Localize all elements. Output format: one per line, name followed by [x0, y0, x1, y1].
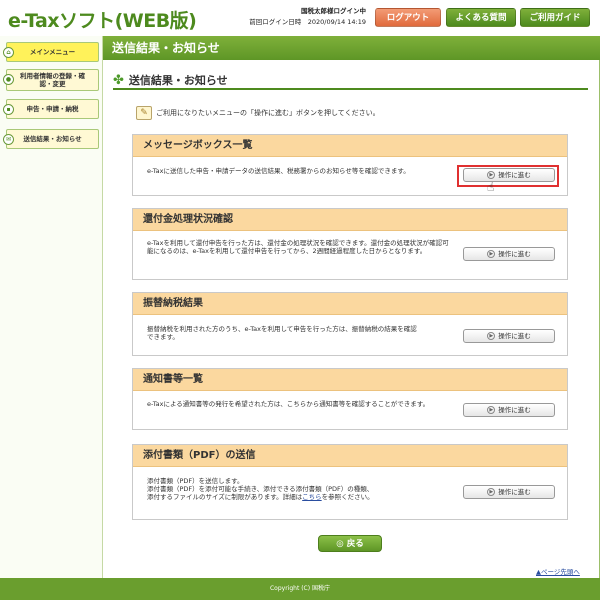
home-icon: ⌂	[3, 47, 14, 58]
section-title: 添付書類（PDF）の送信	[133, 445, 567, 467]
sidebar-item-label: 利用者情報の登録・確認・変更	[20, 72, 85, 88]
sidebar-item-filing[interactable]: ▪ 申告・申請・納税	[3, 99, 99, 119]
app-logo: e-Taxソフト(WEB版)	[8, 6, 197, 33]
page-title-bar: 送信結果・お知らせ	[103, 36, 600, 60]
header: e-Taxソフト(WEB版) 国税太郎様ログイン中 前回ログイン日時 2020/…	[0, 0, 600, 36]
section-description: 添付書類（PDF）を送信します。 添付書類（PDF）を添付可能な手続き、添付でき…	[147, 477, 374, 501]
clover-icon: ✤	[113, 73, 124, 88]
proceed-button-transfer-tax[interactable]: ▶ 操作に進む	[463, 329, 555, 343]
section-description: 振替納税を利用された方のうち、e-Taxを利用して申告を行った方は、振替納税の結…	[147, 325, 417, 341]
sidebar-item-label: 申告・申請・納税	[26, 105, 79, 113]
sidebar-item-label: メインメニュー	[29, 48, 76, 56]
highlight-frame	[457, 165, 559, 187]
section-description: e-Taxを利用して還付申告を行った方は、還付金の処理状況を確認できます。還付金…	[147, 239, 449, 255]
play-circle-icon: ▶	[487, 250, 496, 258]
proceed-button-attach-pdf[interactable]: ▶ 操作に進む	[463, 485, 555, 499]
last-login: 前回ログイン日時 2020/09/14 14:19	[249, 18, 366, 26]
proceed-button-refund-status[interactable]: ▶ 操作に進む	[463, 247, 555, 261]
section-refund-status: 還付金処理状況確認 e-Taxを利用して還付申告を行った方は、還付金の処理状況を…	[132, 208, 568, 280]
details-link[interactable]: こちら	[302, 493, 322, 501]
guide-button[interactable]: ご利用ガイド	[520, 8, 590, 27]
back-arrow-icon: ◎	[336, 539, 347, 549]
section-title: 振替納税結果	[133, 293, 567, 315]
heading-divider	[113, 88, 588, 90]
sidebar: ⌂ メインメニュー ● 利用者情報の登録・確認・変更 ▪ 申告・申請・納税 ✉ …	[0, 36, 103, 578]
section-notices: 通知書等一覧 e-Taxによる通知書等の発行を希望された方は、こちらから通知書等…	[132, 368, 568, 430]
sidebar-item-results[interactable]: ✉ 送信結果・お知らせ	[3, 129, 99, 149]
instruction-notice: ✎ ご利用になりたいメニューの「操作に進む」ボタンを押してください。	[136, 106, 380, 120]
logo-text: e-Taxソフト	[8, 10, 115, 32]
sidebar-item-user-info[interactable]: ● 利用者情報の登録・確認・変更	[3, 69, 99, 91]
page-top-link[interactable]: ▲ページ先頭へ	[536, 566, 580, 576]
document-icon: ▪	[3, 104, 14, 115]
section-title: メッセージボックス一覧	[133, 135, 567, 157]
sidebar-item-label: 送信結果・お知らせ	[23, 135, 82, 143]
play-circle-icon: ▶	[487, 406, 496, 414]
faq-button[interactable]: よくある質問	[446, 8, 516, 27]
play-circle-icon: ▶	[487, 488, 496, 496]
section-description: e-Taxによる通知書等の発行を希望された方は、こちらから通知書等を確認すること…	[147, 400, 430, 408]
section-description: e-Taxに送信した申告・申請データの送信結果、税務署からのお知らせ等を確認でき…	[147, 167, 410, 175]
proceed-button-notices[interactable]: ▶ 操作に進む	[463, 403, 555, 417]
back-button[interactable]: ◎ 戻る	[318, 535, 382, 552]
mail-icon: ✉	[3, 134, 14, 145]
logout-button[interactable]: ログアウト	[375, 8, 441, 27]
play-circle-icon: ▶	[487, 332, 496, 340]
logo-edition: (WEB版)	[114, 10, 197, 32]
page-heading: ✤ 送信結果・お知らせ	[113, 72, 228, 88]
user-status: 国税太郎様ログイン中	[301, 7, 366, 15]
notice-text: ご利用になりたいメニューの「操作に進む」ボタンを押してください。	[156, 109, 380, 117]
section-attach-pdf: 添付書類（PDF）の送信 添付書類（PDF）を送信します。 添付書類（PDF）を…	[132, 444, 568, 520]
section-title: 通知書等一覧	[133, 369, 567, 391]
footer: Copyright (C) 国税庁	[0, 578, 600, 600]
login-info: 国税太郎様ログイン中 前回ログイン日時 2020/09/14 14:19	[242, 6, 366, 28]
user-icon: ●	[3, 74, 14, 85]
page-heading-text: 送信結果・お知らせ	[128, 74, 228, 87]
pencil-note-icon: ✎	[136, 106, 152, 120]
hand-pointer-icon: ☝	[487, 180, 495, 194]
section-title: 還付金処理状況確認	[133, 209, 567, 231]
section-transfer-tax: 振替納税結果 振替納税を利用された方のうち、e-Taxを利用して申告を行った方は…	[132, 292, 568, 356]
sidebar-item-main-menu[interactable]: ⌂ メインメニュー	[3, 42, 99, 62]
